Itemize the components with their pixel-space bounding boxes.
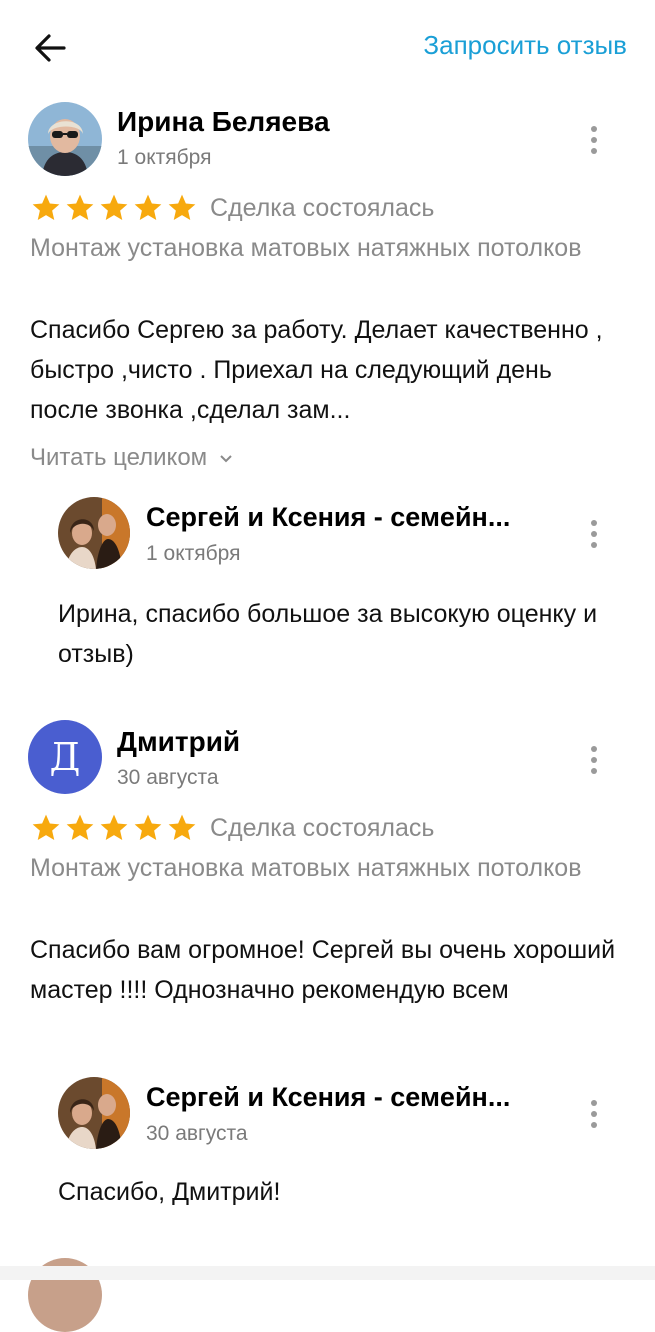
rating-stars bbox=[30, 192, 198, 224]
read-more-label: Читать целиком bbox=[30, 444, 208, 471]
reply-date: 1 октября bbox=[146, 542, 241, 565]
reply-author-name: Сергей и Ксения - семейн... bbox=[146, 502, 511, 532]
review-text: Спасибо вам огромное! Сергей вы очень хо… bbox=[30, 936, 616, 1004]
avatar: Д bbox=[28, 720, 102, 794]
reply-author-name: Сергей и Ксения - семейн... bbox=[146, 1082, 511, 1112]
star-icon bbox=[134, 194, 162, 220]
bottom-edge bbox=[0, 1266, 655, 1280]
avatar-letter: Д bbox=[49, 735, 81, 779]
deal-status: Сделка состоялась bbox=[210, 814, 435, 842]
top-bar: Запросить отзыв bbox=[0, 0, 655, 96]
chevron-down-icon bbox=[220, 455, 232, 463]
star-icon bbox=[32, 814, 60, 840]
rating-stars bbox=[30, 812, 198, 844]
star-icon bbox=[32, 194, 60, 220]
reply-avatar bbox=[58, 1077, 130, 1149]
review-date: 30 августа bbox=[117, 766, 219, 789]
reply-date: 30 августа bbox=[146, 1122, 248, 1145]
review-author-name: Ирина Беляева bbox=[117, 106, 330, 137]
review-author-name: Дмитрий bbox=[117, 726, 241, 757]
star-icon bbox=[66, 814, 94, 840]
star-icon bbox=[168, 194, 196, 220]
star-icon bbox=[134, 814, 162, 840]
reply-text: Ирина, спасибо большое за высокую оценку… bbox=[58, 600, 598, 668]
avatar bbox=[28, 102, 102, 176]
reply-avatar bbox=[58, 497, 130, 569]
star-icon bbox=[100, 194, 128, 220]
review-text: Спасибо Сергею за работу. Делает качеств… bbox=[30, 316, 603, 424]
more-options-icon[interactable] bbox=[584, 1100, 604, 1134]
reply-text: Спасибо, Дмитрий! bbox=[58, 1178, 281, 1206]
service-name: Монтаж установка матовых натяжных потолк… bbox=[30, 854, 582, 882]
star-icon bbox=[168, 814, 196, 840]
review-date: 1 октября bbox=[117, 146, 212, 169]
star-icon bbox=[100, 814, 128, 840]
deal-status: Сделка состоялась bbox=[210, 194, 435, 222]
request-review-link[interactable]: Запросить отзыв bbox=[423, 30, 627, 61]
more-options-icon[interactable] bbox=[584, 746, 604, 780]
back-arrow-icon[interactable] bbox=[30, 28, 70, 68]
more-options-icon[interactable] bbox=[584, 520, 604, 554]
read-more-link[interactable]: Читать целиком bbox=[30, 444, 234, 472]
service-name: Монтаж установка матовых натяжных потолк… bbox=[30, 234, 582, 262]
more-options-icon[interactable] bbox=[584, 126, 604, 160]
star-icon bbox=[66, 194, 94, 220]
